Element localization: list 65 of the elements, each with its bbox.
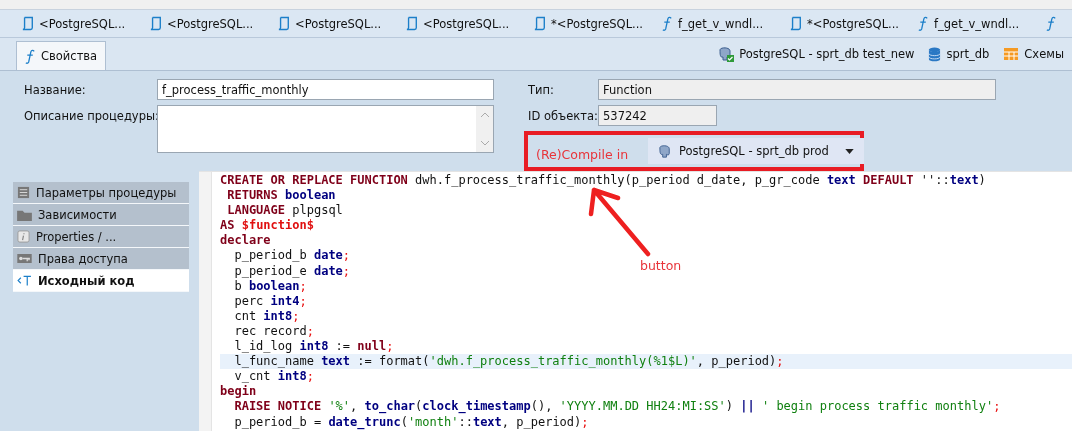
editor-tab[interactable]: <PostgreSQL... <box>278 16 406 31</box>
procedure-icon <box>406 16 418 31</box>
nav-item[interactable]: Зависимости <box>13 204 189 226</box>
nav-item[interactable]: Права доступа <box>13 248 189 270</box>
function-icon[interactable] <box>1046 16 1057 31</box>
editor-tab[interactable]: <PostgreSQL... <box>150 16 278 31</box>
object-id-label: ID объекта: <box>528 108 598 123</box>
code-line: rec record; <box>233 323 314 340</box>
object-id-field[interactable]: 537242 <box>598 105 717 126</box>
caret-icon <box>844 148 854 154</box>
code-line: l_id_log int8 := null; <box>233 339 394 355</box>
scroll-down-icon[interactable] <box>480 141 489 146</box>
code-line: LANGUAGE plpgsql <box>226 203 343 219</box>
scroll-up-icon[interactable] <box>480 112 489 117</box>
code-line: p_period_b = date_trunc('month'::text, p_period); <box>233 414 589 430</box>
procedure-icon <box>278 16 290 31</box>
code-line: declare <box>220 233 271 249</box>
code-line: cnt int8; <box>233 308 300 324</box>
code-line: RETURNS boolean <box>226 188 336 204</box>
code-line: RAISE NOTICE '%', to_char(clock_timestamp(), 'YYYY.MM.DD HH24:MI:SS') || ' begin process traffic monthly'; <box>233 399 1001 415</box>
procedure-icon <box>790 16 802 31</box>
code-line: perc int4; <box>233 293 307 309</box>
type-label: Тип: <box>528 82 555 97</box>
connection-link[interactable]: PostgreSQL - sprt_db test_new <box>718 46 915 62</box>
nav-item[interactable]: Properties / ... <box>13 226 189 248</box>
editor-tab[interactable]: f_get_v_wndl... <box>918 16 1046 31</box>
connection-link[interactable]: Схемы <box>1003 46 1064 62</box>
list-icon <box>17 186 30 199</box>
code-line: CREATE OR REPLACE FUNCTION dwh.f_process_traffic_monthly(p_period d_date, p_gr_code text DEFAULT ''::text) <box>220 173 986 189</box>
name-field[interactable]: f_process_traffic_monthly <box>157 79 494 100</box>
function-icon <box>662 16 673 31</box>
info-icon <box>17 230 30 243</box>
database-icon <box>928 46 942 62</box>
type-field[interactable]: Function <box>598 79 996 100</box>
key-icon <box>17 254 32 263</box>
properties-tab[interactable]: Свойства <box>16 41 107 70</box>
connection-icon <box>718 46 735 62</box>
function-icon <box>918 16 929 31</box>
code-line: AS $function$ <box>220 218 314 234</box>
procedure-icon <box>150 16 162 31</box>
compile-target-dropdown[interactable]: PostgreSQL - sprt_db prod <box>648 138 864 164</box>
source-code-icon <box>17 275 32 286</box>
name-label: Название: <box>24 82 87 97</box>
nav-item[interactable]: Параметры процедуры <box>13 182 189 204</box>
function-icon <box>25 48 36 64</box>
editor-tab[interactable]: f_get_v_wndl... <box>662 16 790 31</box>
nav-item[interactable]: Исходный код <box>13 270 189 292</box>
connection-link[interactable]: sprt_db <box>928 46 990 62</box>
editor-tab[interactable]: *<PostgreSQL... <box>534 16 662 31</box>
code-line: b boolean; <box>233 278 307 294</box>
editor-tab[interactable]: <PostgreSQL... <box>406 16 534 31</box>
code-line: begin <box>220 384 257 400</box>
table-icon <box>1003 47 1020 61</box>
procedure-icon <box>534 16 546 31</box>
procedure-icon <box>22 16 34 31</box>
description-label: Описание процедуры: <box>24 108 157 123</box>
code-line: v_cnt int8; <box>233 369 314 385</box>
folder-icon <box>17 208 32 221</box>
editor-tab[interactable]: *<PostgreSQL... <box>790 16 918 31</box>
editor-tab[interactable]: <PostgreSQL... <box>22 16 150 31</box>
description-field[interactable] <box>157 105 494 153</box>
annotation-label: button <box>640 258 682 273</box>
code-line: p_period_e date; <box>233 263 351 279</box>
compile-label: (Re)Compile in <box>536 145 629 162</box>
code-line: p_period_b date; <box>233 248 351 264</box>
